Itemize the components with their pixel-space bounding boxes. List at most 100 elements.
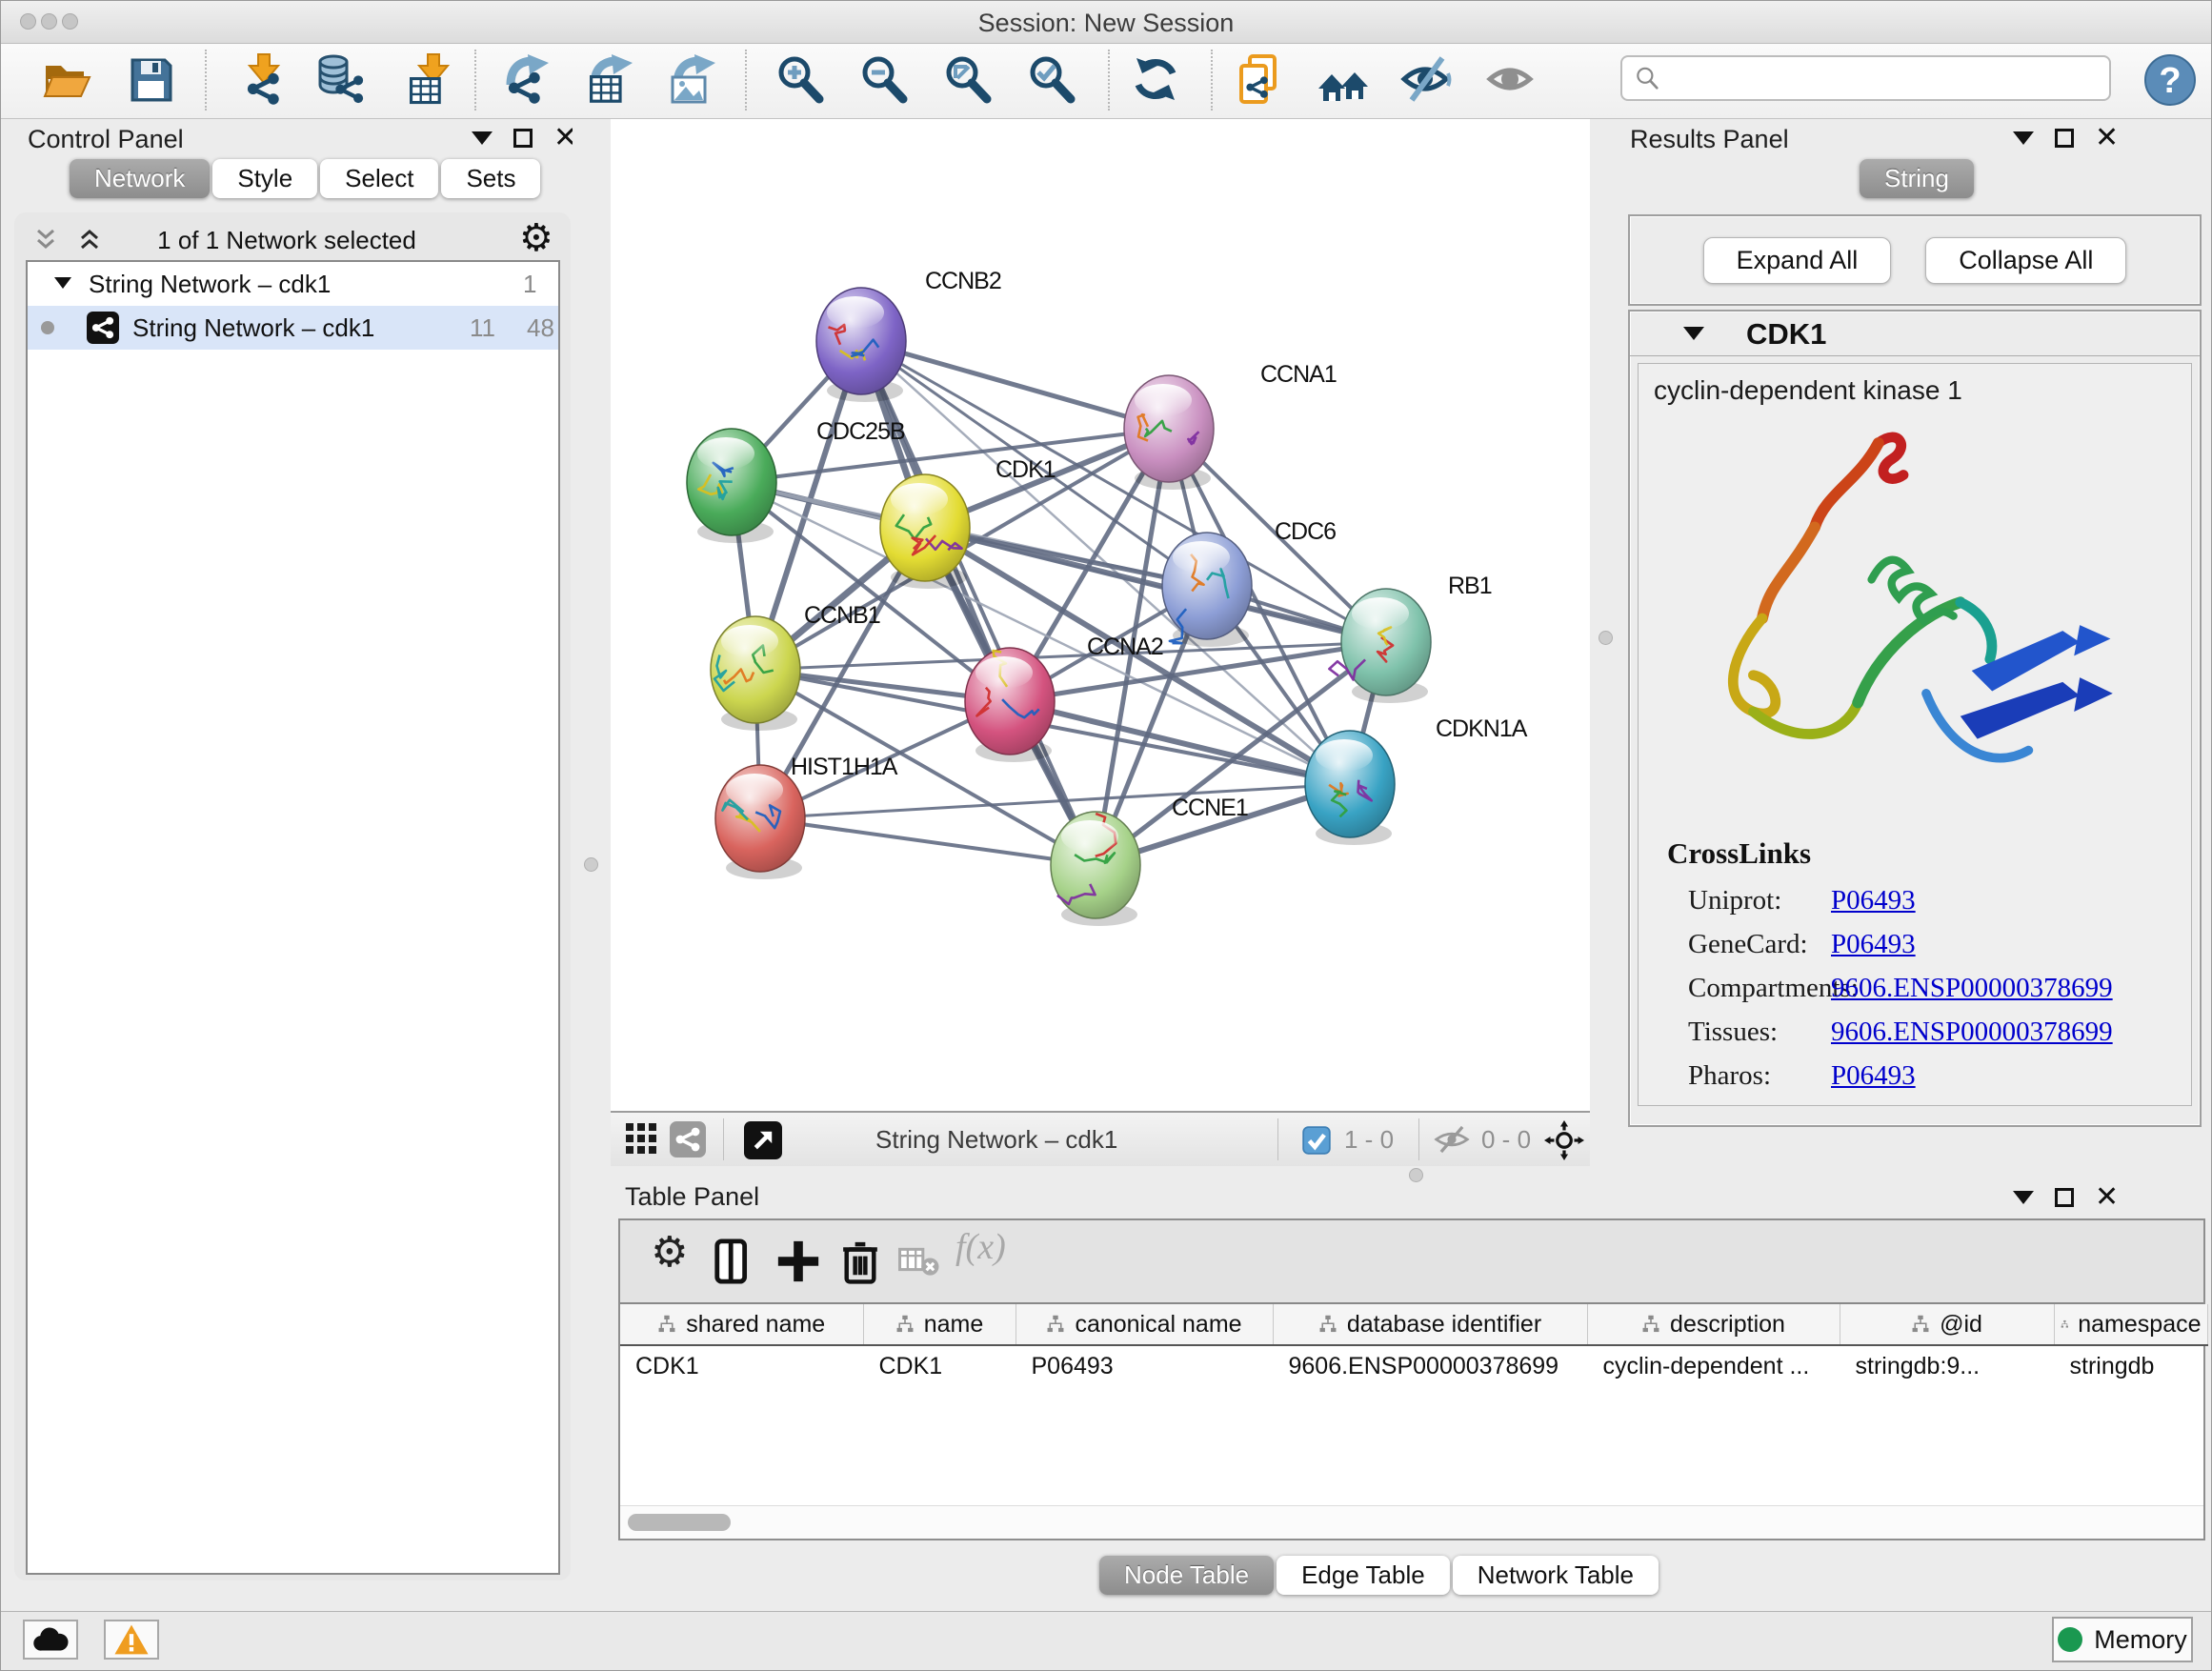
panel-menu-icon[interactable] <box>472 131 493 145</box>
table-cell[interactable]: cyclin-dependent ... <box>1587 1345 1840 1386</box>
network-options-gear-icon[interactable]: ⚙ <box>519 216 553 260</box>
table-cell[interactable]: stringdb:9... <box>1840 1345 2054 1386</box>
node-CCNE1[interactable] <box>1051 812 1140 926</box>
fit-selected-crosshair-icon[interactable] <box>1544 1120 1584 1160</box>
table-cell[interactable]: CDK1 <box>863 1345 1016 1386</box>
tab-edge-table[interactable]: Edge Table <box>1277 1556 1450 1595</box>
node-HIST1H1A[interactable] <box>715 765 805 879</box>
panel-close-icon[interactable]: ✕ <box>2095 129 2119 148</box>
panel-float-icon[interactable] <box>513 129 533 148</box>
tab-style[interactable]: Style <box>212 159 317 198</box>
edge-CCNB2-CCNA1[interactable] <box>861 341 1169 429</box>
column-header-@id[interactable]: @id <box>1840 1304 2054 1345</box>
right-splitter-handle[interactable] <box>1599 631 1613 645</box>
collection-expand-icon[interactable] <box>54 277 71 289</box>
show-panel-icon[interactable] <box>1484 52 1539 108</box>
selected-checkbox-icon[interactable] <box>1302 1126 1331 1155</box>
node-CCNA2[interactable] <box>965 648 1055 762</box>
search-input[interactable] <box>1620 55 2111 101</box>
import-network-file-icon[interactable] <box>231 52 286 108</box>
table-hscrollbar-thumb[interactable] <box>628 1514 731 1531</box>
horizontal-splitter[interactable] <box>611 1166 2212 1181</box>
export-network-icon[interactable] <box>498 52 553 108</box>
string-home-icon[interactable] <box>1317 52 1372 108</box>
show-columns-icon[interactable] <box>712 1238 759 1285</box>
copy-style-icon[interactable] <box>1233 52 1288 108</box>
panel-menu-icon[interactable] <box>2013 131 2034 145</box>
memory-button[interactable]: Memory <box>2052 1617 2193 1662</box>
node-label-HIST1H1A: HIST1H1A <box>791 754 898 780</box>
node-CDKN1A[interactable] <box>1305 731 1395 845</box>
table-cell[interactable]: 9606.ENSP00000378699 <box>1273 1345 1587 1386</box>
table-cell[interactable]: CDK1 <box>620 1345 863 1386</box>
node-CDC25B[interactable] <box>687 429 776 543</box>
tab-select[interactable]: Select <box>320 159 438 198</box>
node-CCNB1[interactable] <box>711 616 800 731</box>
edge-CDK1-RB1[interactable] <box>925 528 1386 642</box>
horizontal-splitter-handle[interactable] <box>1409 1168 1423 1182</box>
birds-eye-grid-icon[interactable] <box>624 1121 658 1156</box>
import-table-icon[interactable] <box>398 52 453 108</box>
table-hscrollbar[interactable] <box>620 1505 2203 1539</box>
expand-all-button[interactable]: Expand All <box>1703 237 1892 284</box>
node-CCNB2[interactable] <box>816 288 906 402</box>
gene-collapse-icon[interactable] <box>1683 327 1704 340</box>
table-row[interactable]: CDK1CDK1P064939606.ENSP00000378699cyclin… <box>620 1345 2207 1386</box>
network-collection-row[interactable]: String Network – cdk1 1 <box>28 262 558 306</box>
warnings-button[interactable] <box>104 1620 159 1660</box>
column-header-name[interactable]: name <box>863 1304 1016 1345</box>
tab-sets[interactable]: Sets <box>441 159 540 198</box>
export-image-icon[interactable] <box>663 52 718 108</box>
table-cell[interactable]: P06493 <box>1016 1345 1273 1386</box>
open-in-window-icon[interactable] <box>744 1121 782 1159</box>
column-header-namespace[interactable]: namespace <box>2054 1304 2207 1345</box>
edge-HIST1H1A-CCNE1[interactable] <box>760 818 1096 865</box>
tab-network[interactable]: Network <box>70 159 210 198</box>
node-CDK1[interactable] <box>880 474 970 589</box>
table-options-gear-icon[interactable]: ⚙ <box>651 1228 688 1277</box>
left-splitter-handle[interactable] <box>584 857 598 872</box>
crosslink-link[interactable]: P06493 <box>1831 929 1916 959</box>
network-badge-icon[interactable] <box>670 1121 706 1158</box>
column-header-canonical-name[interactable]: canonical name <box>1016 1304 1273 1345</box>
export-table-icon[interactable] <box>580 52 635 108</box>
cloud-button[interactable] <box>23 1620 78 1660</box>
column-header-description[interactable]: description <box>1587 1304 1840 1345</box>
zoom-selected-icon[interactable] <box>1023 52 1078 108</box>
hide-panel-icon[interactable] <box>1400 52 1456 108</box>
node-RB1[interactable] <box>1329 589 1431 703</box>
collapse-all-button[interactable]: Collapse All <box>1925 237 2126 284</box>
collapse-all-networks-icon[interactable] <box>35 228 70 252</box>
panel-close-icon[interactable]: ✕ <box>2095 1188 2119 1207</box>
node-CCNA1[interactable] <box>1124 375 1214 490</box>
zoom-out-icon[interactable] <box>855 52 911 108</box>
tab-network-table[interactable]: Network Table <box>1453 1556 1659 1595</box>
network-canvas[interactable]: CCNB2CCNA1CDC25BCDK1CDC6RB1CCNB1CCNA2CDK… <box>611 119 1590 1111</box>
tab-node-table[interactable]: Node Table <box>1099 1556 1274 1595</box>
panel-menu-icon[interactable] <box>2013 1191 2034 1204</box>
zoom-in-icon[interactable] <box>772 52 827 108</box>
help-icon[interactable]: ? <box>2144 54 2196 106</box>
zoom-fit-icon[interactable] <box>939 52 995 108</box>
delete-column-icon[interactable] <box>837 1238 883 1285</box>
tab-string[interactable]: String <box>1860 159 1974 198</box>
node-table[interactable]: shared namenamecanonical namedatabase id… <box>620 1304 2208 1386</box>
save-session-icon[interactable] <box>123 52 178 108</box>
crosslink-link[interactable]: 9606.ENSP00000378699 <box>1831 1017 2113 1047</box>
import-network-database-icon[interactable] <box>311 52 366 108</box>
panel-float-icon[interactable] <box>2055 129 2074 148</box>
column-header-database-identifier[interactable]: database identifier <box>1273 1304 1587 1345</box>
left-splitter[interactable] <box>573 119 611 1671</box>
refresh-layout-icon[interactable] <box>1129 52 1184 108</box>
open-session-icon[interactable] <box>38 52 93 108</box>
column-header-shared-name[interactable]: shared name <box>620 1304 863 1345</box>
crosslink-link[interactable]: P06493 <box>1831 885 1916 916</box>
node-CDC6[interactable] <box>1162 533 1252 647</box>
gene-section-header[interactable]: CDK1 <box>1630 312 2200 356</box>
panel-float-icon[interactable] <box>2055 1188 2074 1207</box>
crosslink-link[interactable]: 9606.ENSP00000378699 <box>1831 973 2113 1003</box>
network-row[interactable]: String Network – cdk1 11 48 <box>28 306 558 350</box>
create-column-icon[interactable] <box>774 1238 822 1285</box>
crosslink-link[interactable]: P06493 <box>1831 1060 1916 1091</box>
table-cell[interactable]: stringdb <box>2054 1345 2207 1386</box>
